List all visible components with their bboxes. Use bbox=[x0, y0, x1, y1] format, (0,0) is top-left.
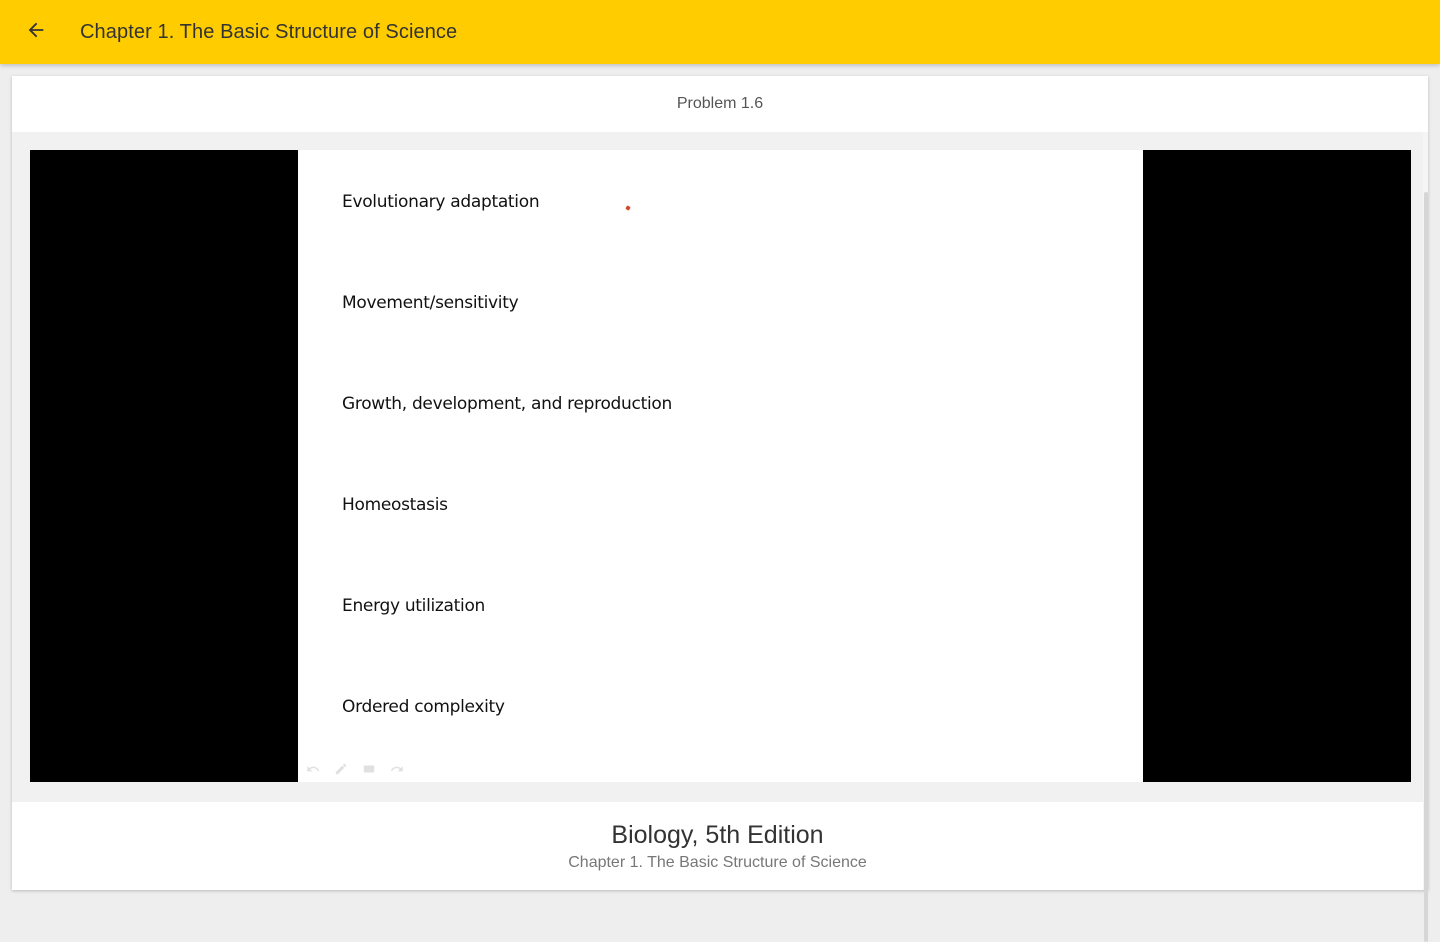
chapter-subtitle: Chapter 1. The Basic Structure of Scienc… bbox=[568, 853, 867, 871]
slide-item: Homeostasis bbox=[342, 495, 448, 515]
slide-item: Ordered complexity bbox=[342, 697, 505, 717]
letterbox-left bbox=[30, 150, 298, 782]
letterbox-right bbox=[1143, 150, 1411, 782]
redo-icon[interactable] bbox=[390, 762, 404, 776]
app-bar: Chapter 1. The Basic Structure of Scienc… bbox=[0, 0, 1440, 64]
video-player[interactable]: Evolutionary adaptation Movement/sensiti… bbox=[12, 132, 1423, 802]
slide-item: Evolutionary adaptation bbox=[342, 192, 540, 212]
pen-icon[interactable] bbox=[334, 762, 348, 776]
slide-item: Growth, development, and reproduction bbox=[342, 394, 672, 414]
arrow-left-icon bbox=[25, 19, 47, 46]
eraser-icon[interactable] bbox=[362, 762, 376, 776]
slide-toolbar bbox=[306, 762, 404, 776]
scrollbar-thumb[interactable] bbox=[1424, 192, 1428, 942]
scrollbar-track[interactable] bbox=[1423, 132, 1428, 942]
book-title: Biology, 5th Edition bbox=[611, 820, 824, 849]
slide-item: Energy utilization bbox=[342, 596, 486, 616]
slide-item: Movement/sensitivity bbox=[342, 293, 519, 313]
book-info: Biology, 5th Edition Chapter 1. The Basi… bbox=[12, 802, 1423, 890]
page-title: Chapter 1. The Basic Structure of Scienc… bbox=[80, 20, 458, 43]
lecture-slide: Evolutionary adaptation Movement/sensiti… bbox=[298, 150, 1143, 782]
back-button[interactable] bbox=[16, 12, 56, 52]
problem-card: Problem 1.6 Evolutionary adaptation Move… bbox=[12, 76, 1428, 942]
problem-label: Problem 1.6 bbox=[676, 95, 764, 112]
undo-icon[interactable] bbox=[306, 762, 320, 776]
pen-mark bbox=[625, 205, 631, 211]
video-frame[interactable]: Evolutionary adaptation Movement/sensiti… bbox=[30, 150, 1411, 782]
